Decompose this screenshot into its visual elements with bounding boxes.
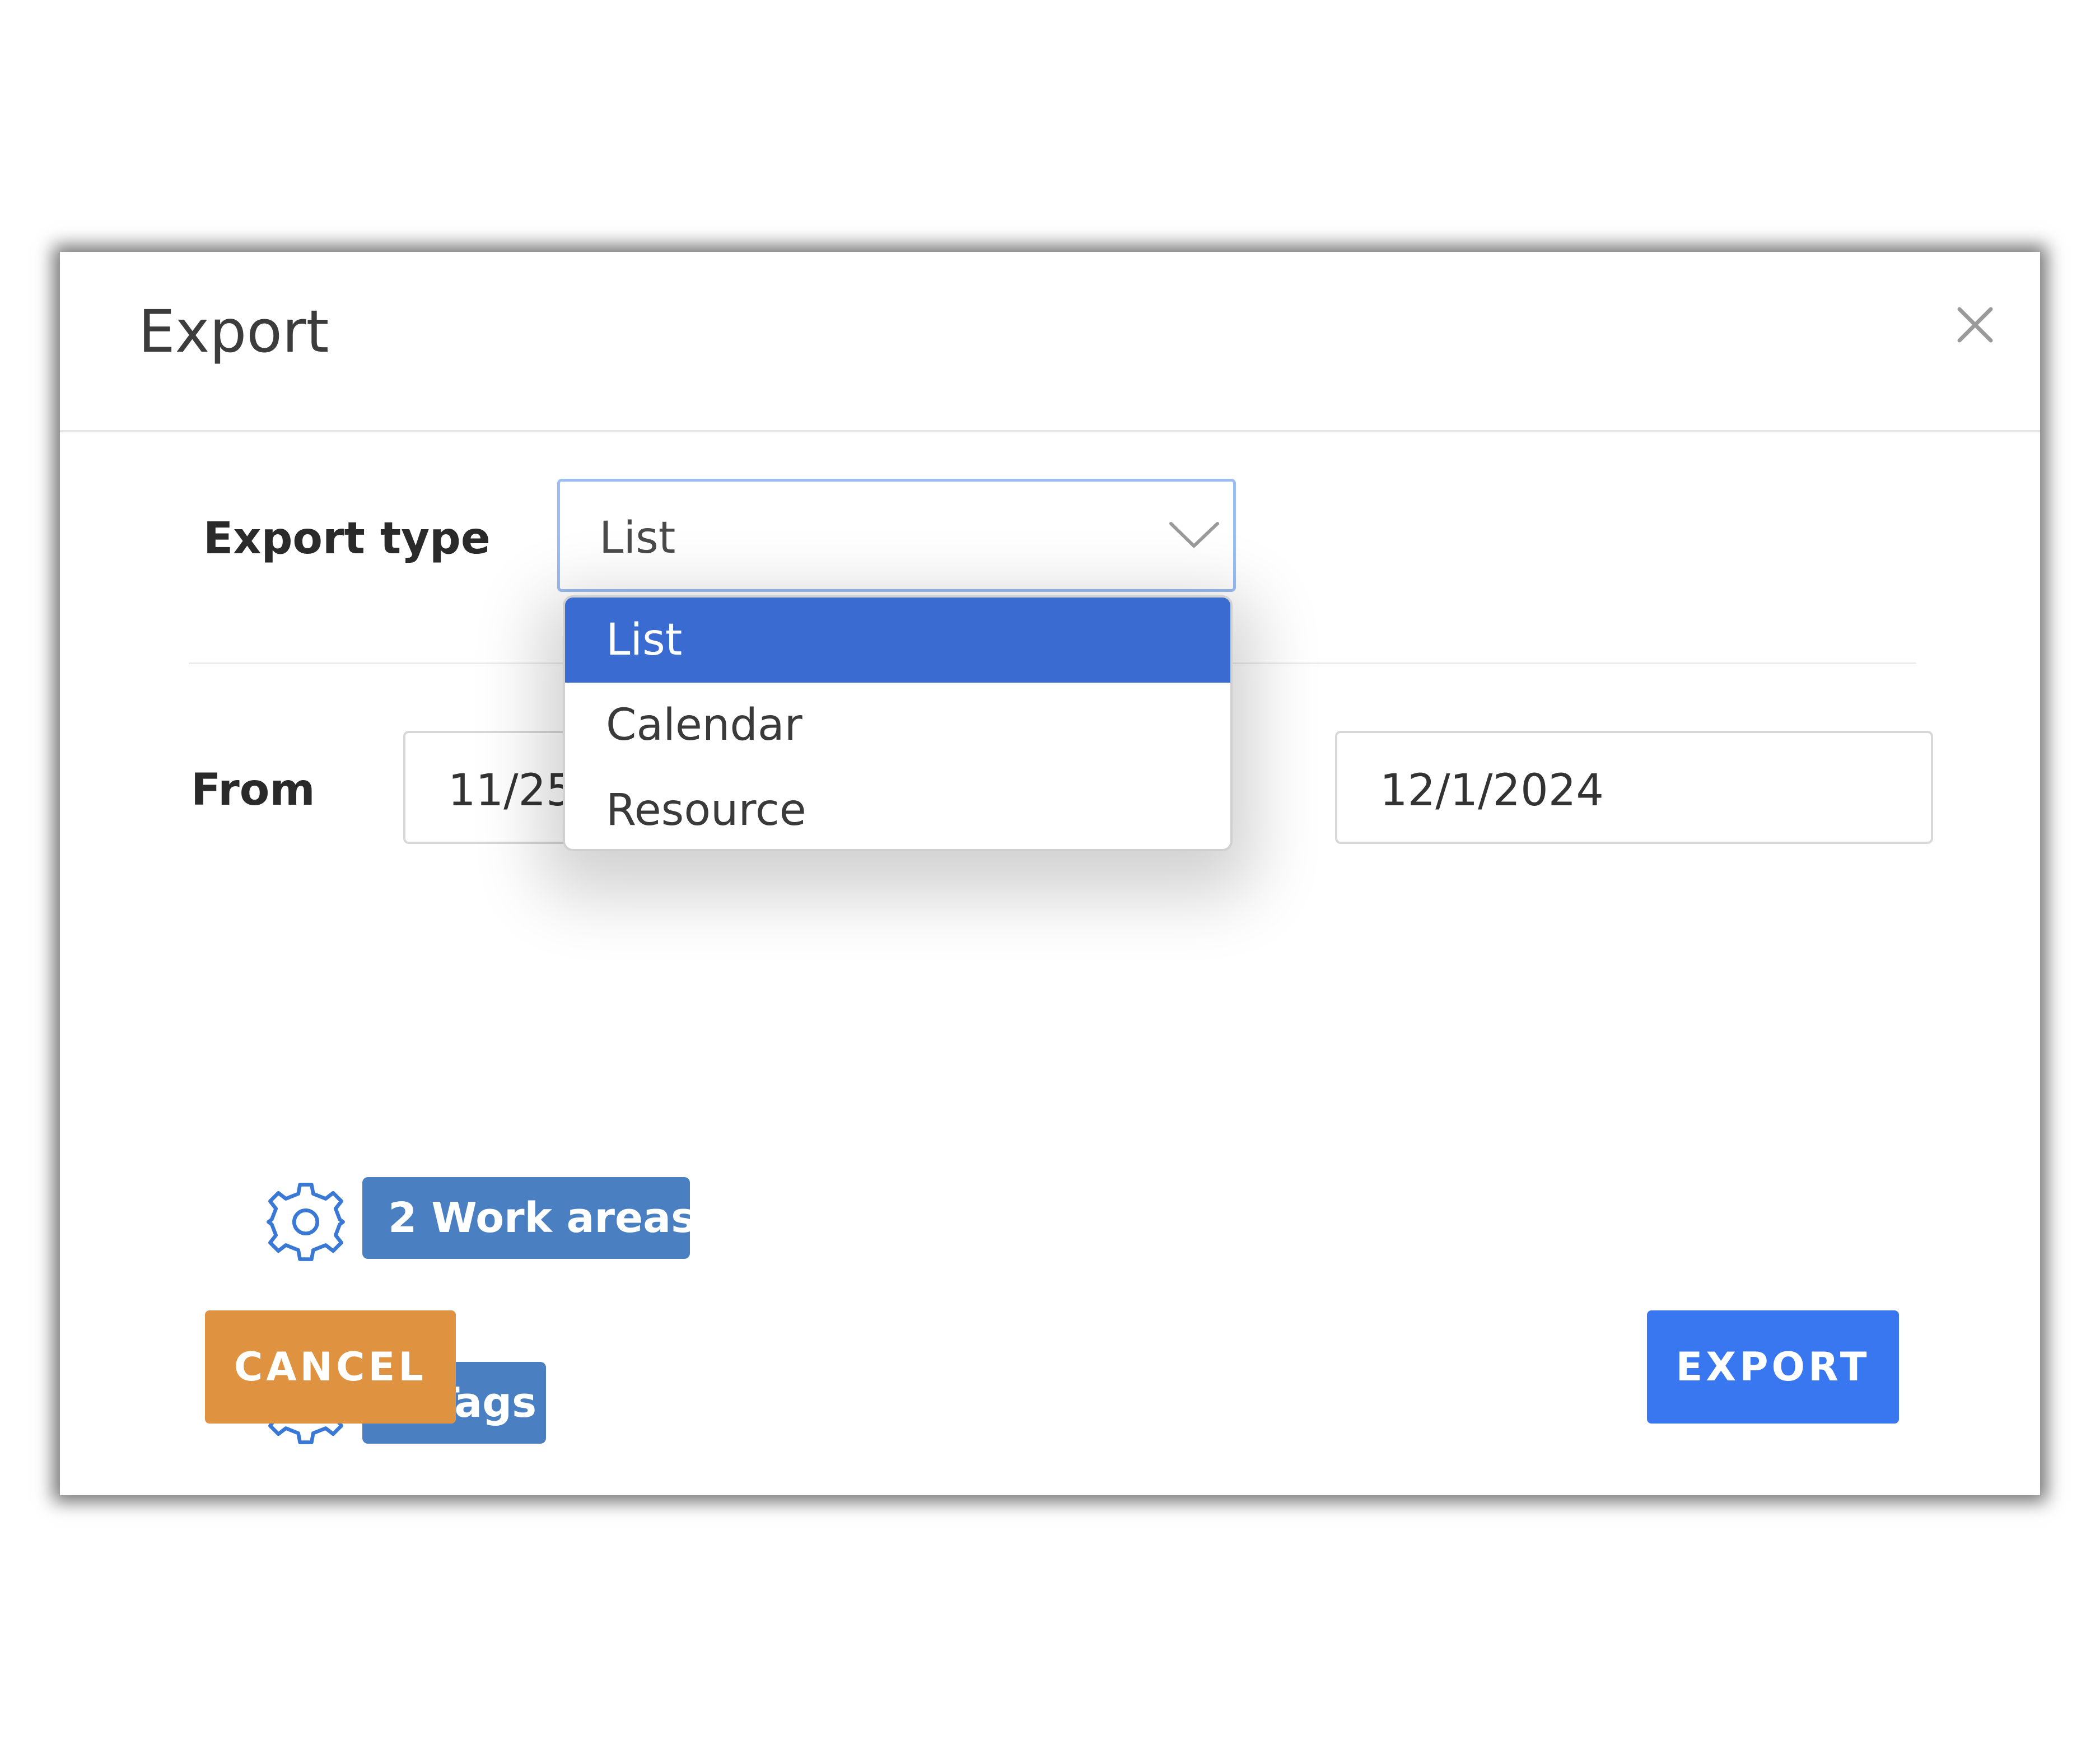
close-icon[interactable] [1953,302,1998,347]
dropdown-option-list[interactable]: List [565,598,1230,683]
export-type-label: Export type [203,514,491,564]
dropdown-option-calendar[interactable]: Calendar [565,683,1230,768]
cancel-button[interactable]: CANCEL [205,1310,456,1424]
export-type-dropdown-menu: List Calendar Resource [563,595,1233,851]
page: Export Export type List From 11/25 12/1/… [0,0,2100,1750]
dialog-header: Export [60,252,2040,432]
export-type-select[interactable]: List [557,479,1236,592]
work-areas-badge[interactable]: 2 Work areas [362,1177,696,1259]
chevron-down-icon [1169,522,1219,548]
export-button[interactable]: EXPORT [1647,1310,1899,1424]
to-date-input[interactable]: 12/1/2024 [1335,731,1933,844]
from-date-value: 11/25 [448,766,574,816]
to-date-value: 12/1/2024 [1380,766,1604,816]
dropdown-option-resource[interactable]: Resource [565,768,1230,849]
gear-icon[interactable] [264,1180,347,1263]
dialog-title: Export [138,297,329,366]
export-type-selected-value: List [599,513,676,563]
export-dialog: Export Export type List From 11/25 12/1/… [60,252,2040,1495]
from-label: From [191,765,315,815]
